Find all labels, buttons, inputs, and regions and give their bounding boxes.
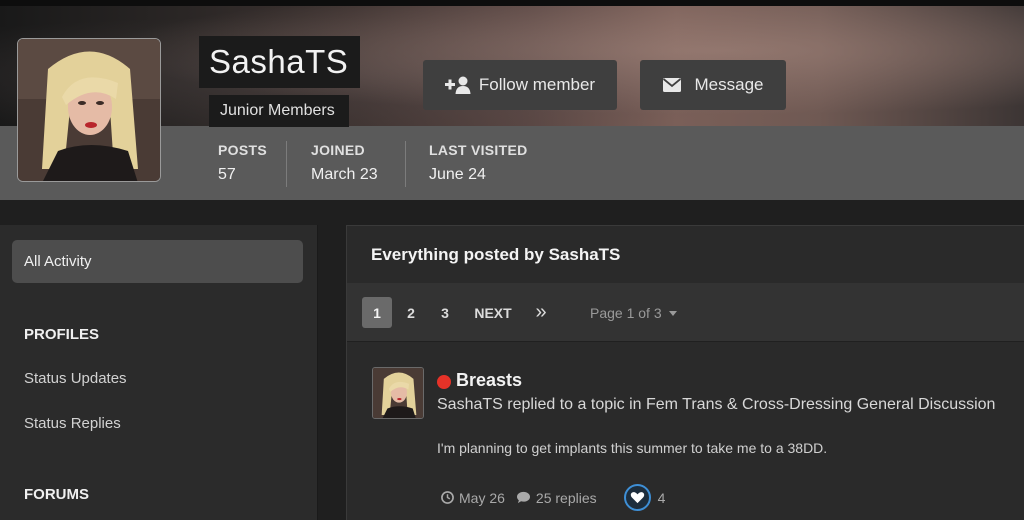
stat-last-visited: LAST VISITED June 24 xyxy=(429,142,528,184)
post-date-label: May 26 xyxy=(459,489,505,506)
sidebar-heading-profiles: PROFILES xyxy=(24,326,100,343)
stat-last-visited-value: June 24 xyxy=(429,166,486,183)
stat-divider xyxy=(286,141,287,187)
page-title: Everything posted by SashaTS xyxy=(371,245,621,264)
next-page-button[interactable]: NEXT xyxy=(473,297,513,328)
post-snippet: I'm planning to get implants this summer… xyxy=(437,440,828,456)
post-title-link[interactable]: Breasts xyxy=(456,370,522,391)
stat-posts-value: 57 xyxy=(218,166,236,183)
member-group-box: Junior Members xyxy=(209,95,349,127)
stat-joined-label: JOINED xyxy=(311,142,365,158)
sidebar-item-status-replies[interactable]: Status Replies xyxy=(24,415,121,432)
post-title-row: Breasts xyxy=(437,370,522,391)
message-button[interactable]: Message xyxy=(640,60,786,110)
clock-icon xyxy=(441,491,454,504)
post-replies-label: 25 replies xyxy=(535,489,597,506)
stat-divider xyxy=(405,141,406,187)
follow-member-label: Follow member xyxy=(478,75,596,94)
avatar-photo xyxy=(18,39,160,181)
pagination-bar: 1 2 3 NEXT » Page 1 of 3 xyxy=(347,283,1024,342)
activity-stream: Everything posted by SashaTS 1 2 3 NEXT … xyxy=(346,225,1024,520)
activity-sidebar: All Activity PROFILES Status Updates Sta… xyxy=(0,225,318,520)
envelope-icon xyxy=(662,78,681,92)
user-plus-icon xyxy=(444,76,471,94)
page-button-1[interactable]: 1 xyxy=(362,297,392,328)
post-author-avatar[interactable] xyxy=(372,367,424,419)
stat-posts-label: POSTS xyxy=(218,142,267,158)
post-reactions[interactable]: 4 xyxy=(623,484,666,511)
reaction-count: 4 xyxy=(657,489,666,506)
post-date: May 26 xyxy=(441,490,505,506)
unread-dot-icon xyxy=(437,375,451,389)
sidebar-heading-forums: FORUMS xyxy=(24,486,89,503)
caret-down-icon xyxy=(668,310,677,316)
sidebar-item-all-activity[interactable]: All Activity xyxy=(12,240,303,283)
post-replies[interactable]: 25 replies xyxy=(516,490,597,506)
reaction-badge[interactable] xyxy=(623,484,651,511)
sidebar-item-status-updates[interactable]: Status Updates xyxy=(24,370,127,387)
comment-icon xyxy=(516,491,530,504)
last-page-button[interactable]: » xyxy=(531,297,551,328)
top-bar xyxy=(0,0,1024,6)
heart-icon xyxy=(630,492,644,504)
profile-avatar[interactable] xyxy=(17,38,161,182)
avatar-photo xyxy=(373,368,423,418)
sidebar-item-label: All Activity xyxy=(24,253,92,270)
stat-last-visited-label: LAST VISITED xyxy=(429,142,528,158)
stat-posts: POSTS 57 xyxy=(218,142,267,184)
post-footer: May 26 25 replies 4 xyxy=(441,484,665,511)
follow-member-button[interactable]: Follow member xyxy=(423,60,617,110)
member-group: Junior Members xyxy=(220,102,335,119)
stat-joined: JOINED March 23 xyxy=(311,142,378,184)
profile-name-box: SashaTS xyxy=(199,36,361,88)
post-meta: SashaTS replied to a topic in Fem Trans … xyxy=(437,396,996,413)
page-button-3[interactable]: 3 xyxy=(436,297,454,328)
message-label: Message xyxy=(694,75,764,94)
profile-name: SashaTS xyxy=(209,43,349,80)
stat-joined-value: March 23 xyxy=(311,166,378,183)
page-of-label: Page 1 of 3 xyxy=(590,305,662,321)
page-jump-dropdown[interactable]: Page 1 of 3 xyxy=(590,305,677,321)
page-button-2[interactable]: 2 xyxy=(402,297,420,328)
